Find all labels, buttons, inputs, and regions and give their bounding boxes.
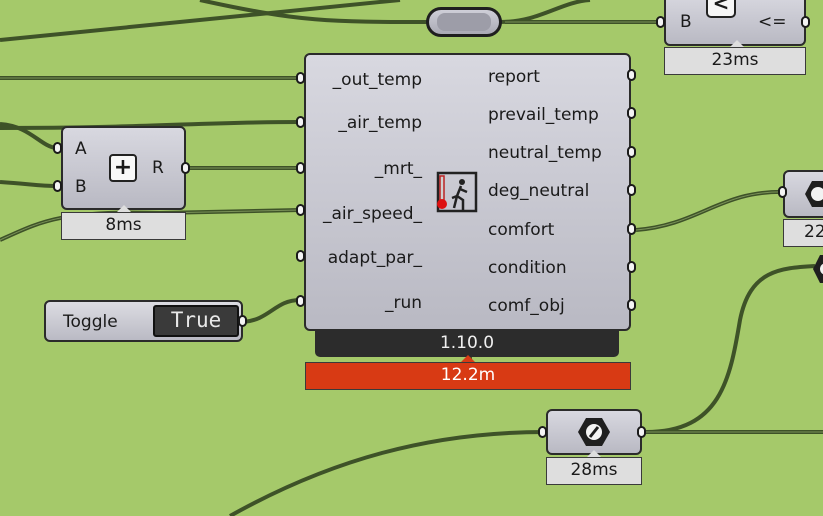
addition-input-a-port[interactable] (53, 142, 62, 154)
output-label-report: report (488, 67, 540, 87)
output-label-condition: condition (488, 258, 567, 278)
wire (645, 264, 816, 434)
input-port-out-temp[interactable] (296, 72, 305, 84)
compare-runtime: 23ms (664, 47, 806, 75)
relay-capsule[interactable] (426, 7, 502, 37)
addition-input-b-label: B (75, 177, 87, 197)
output-port-report[interactable] (627, 69, 636, 81)
hexagon-node-icon[interactable] (812, 254, 823, 284)
output-label-prevail-temp: prevail_temp (488, 105, 599, 125)
addition-runtime-notch (117, 205, 131, 212)
output-port-prevail-temp[interactable] (627, 107, 636, 119)
plus-icon: + (109, 154, 137, 182)
wire (635, 189, 787, 232)
main-runtime: 12.2m (305, 362, 631, 390)
input-label-air-speed: _air_speed_ (323, 204, 422, 224)
wire (0, 180, 57, 188)
output-port-neutral-temp[interactable] (627, 146, 636, 158)
output-label-neutral-temp: neutral_temp (488, 143, 602, 163)
compare-runtime-notch (730, 40, 744, 47)
input-port-air-speed[interactable] (296, 204, 305, 216)
addition-input-b-port[interactable] (53, 180, 62, 192)
hexagon-icon (803, 179, 823, 209)
right-param-input-port[interactable] (778, 186, 787, 198)
input-label-mrt: _mrt_ (374, 159, 422, 179)
thermometer-person-icon (436, 170, 478, 216)
toggle-label: Toggle (63, 312, 118, 332)
toggle-component[interactable]: Toggle True (44, 300, 243, 342)
version-bar: 1.10.0 (315, 330, 619, 357)
output-port-comf-obj[interactable] (627, 299, 636, 311)
addition-component[interactable]: A B + R (61, 126, 186, 210)
input-label-adapt-par: adapt_par_ (327, 248, 422, 268)
input-port-mrt[interactable] (296, 162, 305, 174)
wire (242, 298, 301, 324)
compare-output-label: <= (758, 12, 787, 32)
compare-input-port[interactable] (656, 16, 665, 28)
panel-param-runtime: 28ms (546, 457, 642, 485)
less-than-icon: < (706, 0, 736, 18)
toggle-output-port[interactable] (238, 315, 247, 327)
output-port-deg-neutral[interactable] (627, 184, 636, 196)
addition-output-label: R (152, 158, 164, 178)
output-label-deg-neutral: deg_neutral (488, 181, 590, 201)
output-label-comf-obj: comf_obj (488, 296, 565, 316)
addition-output-port[interactable] (181, 162, 190, 174)
input-label-air-temp: _air_temp (338, 113, 422, 133)
panel-param-component[interactable] (546, 409, 642, 455)
input-port-adapt-par[interactable] (296, 250, 305, 262)
panel-param-input-port[interactable] (538, 426, 547, 438)
main-runtime-notch (461, 355, 475, 362)
addition-runtime: 8ms (61, 212, 186, 240)
output-label-comfort: comfort (488, 220, 555, 240)
output-port-condition[interactable] (627, 261, 636, 273)
input-label-out-temp: _out_temp (332, 70, 422, 90)
wire (499, 0, 591, 24)
input-label-run: _run (384, 293, 422, 313)
wire (229, 430, 546, 516)
input-port-run[interactable] (296, 295, 305, 307)
right-param-runtime: 22 (783, 219, 823, 247)
toggle-value-button[interactable]: True (153, 305, 239, 337)
right-param-component[interactable] (783, 170, 823, 218)
main-component[interactable]: _out_temp _air_temp _mrt_ _air_speed_ ad… (304, 53, 631, 331)
compare-output-port[interactable] (801, 16, 810, 28)
output-port-comfort[interactable] (627, 223, 636, 235)
addition-input-a-label: A (75, 139, 87, 159)
panel-param-output-port[interactable] (637, 426, 646, 438)
hexagon-dot-icon (576, 416, 612, 448)
panel-param-runtime-notch (587, 450, 601, 457)
input-port-air-temp[interactable] (296, 116, 305, 128)
wire (199, 0, 431, 24)
compare-input-label: B (680, 12, 692, 32)
